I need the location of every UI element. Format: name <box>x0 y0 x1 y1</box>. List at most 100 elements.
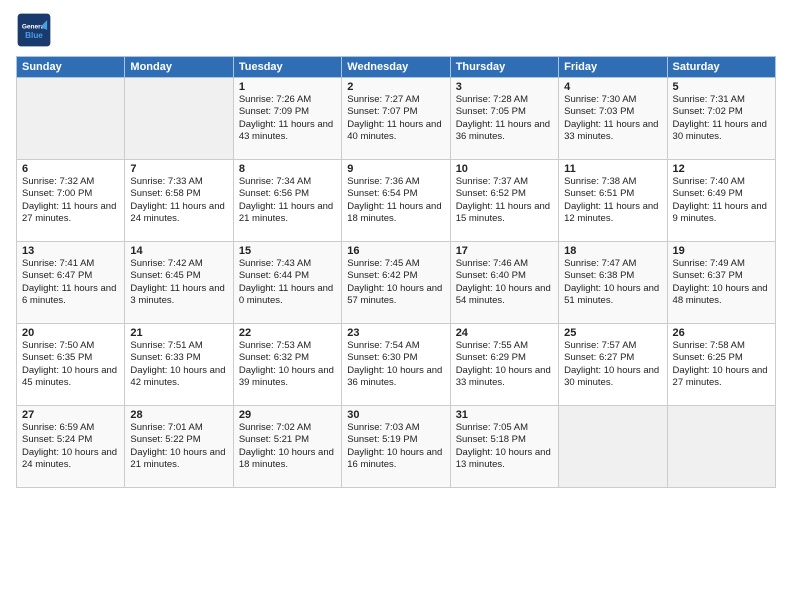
day-number: 13 <box>22 245 119 257</box>
day-info: Daylight: 10 hours and 24 minutes. <box>22 447 119 472</box>
day-number: 17 <box>456 245 553 257</box>
calendar-cell: 28Sunrise: 7:01 AMSunset: 5:22 PMDayligh… <box>125 406 233 488</box>
day-number: 22 <box>239 327 336 339</box>
day-info: Daylight: 10 hours and 13 minutes. <box>456 447 553 472</box>
day-info: Sunrise: 7:54 AM <box>347 340 444 352</box>
day-info: Sunrise: 7:51 AM <box>130 340 227 352</box>
calendar-cell <box>17 78 125 160</box>
calendar-cell: 29Sunrise: 7:02 AMSunset: 5:21 PMDayligh… <box>233 406 341 488</box>
calendar-cell: 30Sunrise: 7:03 AMSunset: 5:19 PMDayligh… <box>342 406 450 488</box>
calendar-cell: 19Sunrise: 7:49 AMSunset: 6:37 PMDayligh… <box>667 242 775 324</box>
day-info: Daylight: 10 hours and 57 minutes. <box>347 283 444 308</box>
day-info: Sunrise: 7:02 AM <box>239 422 336 434</box>
day-info: Daylight: 11 hours and 15 minutes. <box>456 201 553 226</box>
day-info: Sunset: 6:56 PM <box>239 188 336 200</box>
day-info: Daylight: 11 hours and 40 minutes. <box>347 119 444 144</box>
day-info: Sunrise: 7:57 AM <box>564 340 661 352</box>
calendar-cell: 17Sunrise: 7:46 AMSunset: 6:40 PMDayligh… <box>450 242 558 324</box>
calendar-cell: 16Sunrise: 7:45 AMSunset: 6:42 PMDayligh… <box>342 242 450 324</box>
day-info: Sunrise: 7:05 AM <box>456 422 553 434</box>
day-number: 30 <box>347 409 444 421</box>
calendar-cell: 18Sunrise: 7:47 AMSunset: 6:38 PMDayligh… <box>559 242 667 324</box>
day-info: Daylight: 10 hours and 54 minutes. <box>456 283 553 308</box>
day-info: Sunrise: 7:31 AM <box>673 94 770 106</box>
day-info: Daylight: 10 hours and 42 minutes. <box>130 365 227 390</box>
calendar-cell: 23Sunrise: 7:54 AMSunset: 6:30 PMDayligh… <box>342 324 450 406</box>
day-info: Sunrise: 6:59 AM <box>22 422 119 434</box>
day-info: Sunset: 7:05 PM <box>456 106 553 118</box>
day-info: Sunrise: 7:33 AM <box>130 176 227 188</box>
day-number: 21 <box>130 327 227 339</box>
calendar-week-1: 1Sunrise: 7:26 AMSunset: 7:09 PMDaylight… <box>17 78 776 160</box>
calendar-cell: 4Sunrise: 7:30 AMSunset: 7:03 PMDaylight… <box>559 78 667 160</box>
day-header-saturday: Saturday <box>667 57 775 78</box>
day-info: Sunset: 6:27 PM <box>564 352 661 364</box>
day-info: Sunrise: 7:30 AM <box>564 94 661 106</box>
day-number: 10 <box>456 163 553 175</box>
day-info: Sunset: 6:45 PM <box>130 270 227 282</box>
day-info: Sunset: 6:33 PM <box>130 352 227 364</box>
day-info: Sunset: 5:19 PM <box>347 434 444 446</box>
day-info: Sunrise: 7:28 AM <box>456 94 553 106</box>
day-number: 28 <box>130 409 227 421</box>
day-info: Daylight: 10 hours and 18 minutes. <box>239 447 336 472</box>
day-info: Sunset: 6:44 PM <box>239 270 336 282</box>
page: General Blue SundayMondayTuesdayWednesda… <box>0 0 792 612</box>
calendar-cell: 25Sunrise: 7:57 AMSunset: 6:27 PMDayligh… <box>559 324 667 406</box>
day-info: Sunrise: 7:34 AM <box>239 176 336 188</box>
calendar-cell: 24Sunrise: 7:55 AMSunset: 6:29 PMDayligh… <box>450 324 558 406</box>
calendar-cell: 9Sunrise: 7:36 AMSunset: 6:54 PMDaylight… <box>342 160 450 242</box>
day-header-friday: Friday <box>559 57 667 78</box>
day-number: 8 <box>239 163 336 175</box>
day-info: Daylight: 11 hours and 24 minutes. <box>130 201 227 226</box>
day-number: 3 <box>456 81 553 93</box>
day-info: Sunset: 6:42 PM <box>347 270 444 282</box>
day-info: Sunset: 6:58 PM <box>130 188 227 200</box>
day-info: Sunrise: 7:26 AM <box>239 94 336 106</box>
day-info: Sunrise: 7:38 AM <box>564 176 661 188</box>
day-info: Sunrise: 7:37 AM <box>456 176 553 188</box>
day-info: Sunset: 5:21 PM <box>239 434 336 446</box>
calendar-cell: 12Sunrise: 7:40 AMSunset: 6:49 PMDayligh… <box>667 160 775 242</box>
calendar-cell: 5Sunrise: 7:31 AMSunset: 7:02 PMDaylight… <box>667 78 775 160</box>
day-info: Sunset: 7:03 PM <box>564 106 661 118</box>
day-info: Sunset: 6:37 PM <box>673 270 770 282</box>
day-info: Daylight: 11 hours and 27 minutes. <box>22 201 119 226</box>
day-info: Sunrise: 7:01 AM <box>130 422 227 434</box>
day-info: Sunset: 7:02 PM <box>673 106 770 118</box>
day-info: Sunset: 6:32 PM <box>239 352 336 364</box>
day-number: 25 <box>564 327 661 339</box>
day-info: Sunrise: 7:27 AM <box>347 94 444 106</box>
day-header-wednesday: Wednesday <box>342 57 450 78</box>
day-info: Sunset: 5:18 PM <box>456 434 553 446</box>
day-number: 16 <box>347 245 444 257</box>
day-info: Sunrise: 7:43 AM <box>239 258 336 270</box>
day-info: Daylight: 10 hours and 16 minutes. <box>347 447 444 472</box>
calendar-cell: 6Sunrise: 7:32 AMSunset: 7:00 PMDaylight… <box>17 160 125 242</box>
day-info: Daylight: 11 hours and 30 minutes. <box>673 119 770 144</box>
day-number: 14 <box>130 245 227 257</box>
day-info: Sunset: 7:09 PM <box>239 106 336 118</box>
calendar-cell: 1Sunrise: 7:26 AMSunset: 7:09 PMDaylight… <box>233 78 341 160</box>
day-number: 29 <box>239 409 336 421</box>
day-info: Sunrise: 7:45 AM <box>347 258 444 270</box>
day-info: Daylight: 10 hours and 30 minutes. <box>564 365 661 390</box>
day-number: 11 <box>564 163 661 175</box>
day-info: Sunrise: 7:40 AM <box>673 176 770 188</box>
day-header-monday: Monday <box>125 57 233 78</box>
day-info: Sunrise: 7:46 AM <box>456 258 553 270</box>
day-info: Sunrise: 7:58 AM <box>673 340 770 352</box>
day-info: Daylight: 11 hours and 6 minutes. <box>22 283 119 308</box>
day-info: Daylight: 10 hours and 36 minutes. <box>347 365 444 390</box>
calendar-cell: 31Sunrise: 7:05 AMSunset: 5:18 PMDayligh… <box>450 406 558 488</box>
calendar-cell: 11Sunrise: 7:38 AMSunset: 6:51 PMDayligh… <box>559 160 667 242</box>
day-number: 2 <box>347 81 444 93</box>
day-info: Daylight: 11 hours and 36 minutes. <box>456 119 553 144</box>
day-info: Daylight: 11 hours and 9 minutes. <box>673 201 770 226</box>
day-header-sunday: Sunday <box>17 57 125 78</box>
day-info: Sunrise: 7:32 AM <box>22 176 119 188</box>
day-info: Sunset: 7:07 PM <box>347 106 444 118</box>
calendar-body: 1Sunrise: 7:26 AMSunset: 7:09 PMDaylight… <box>17 78 776 488</box>
day-number: 18 <box>564 245 661 257</box>
calendar-cell: 3Sunrise: 7:28 AMSunset: 7:05 PMDaylight… <box>450 78 558 160</box>
